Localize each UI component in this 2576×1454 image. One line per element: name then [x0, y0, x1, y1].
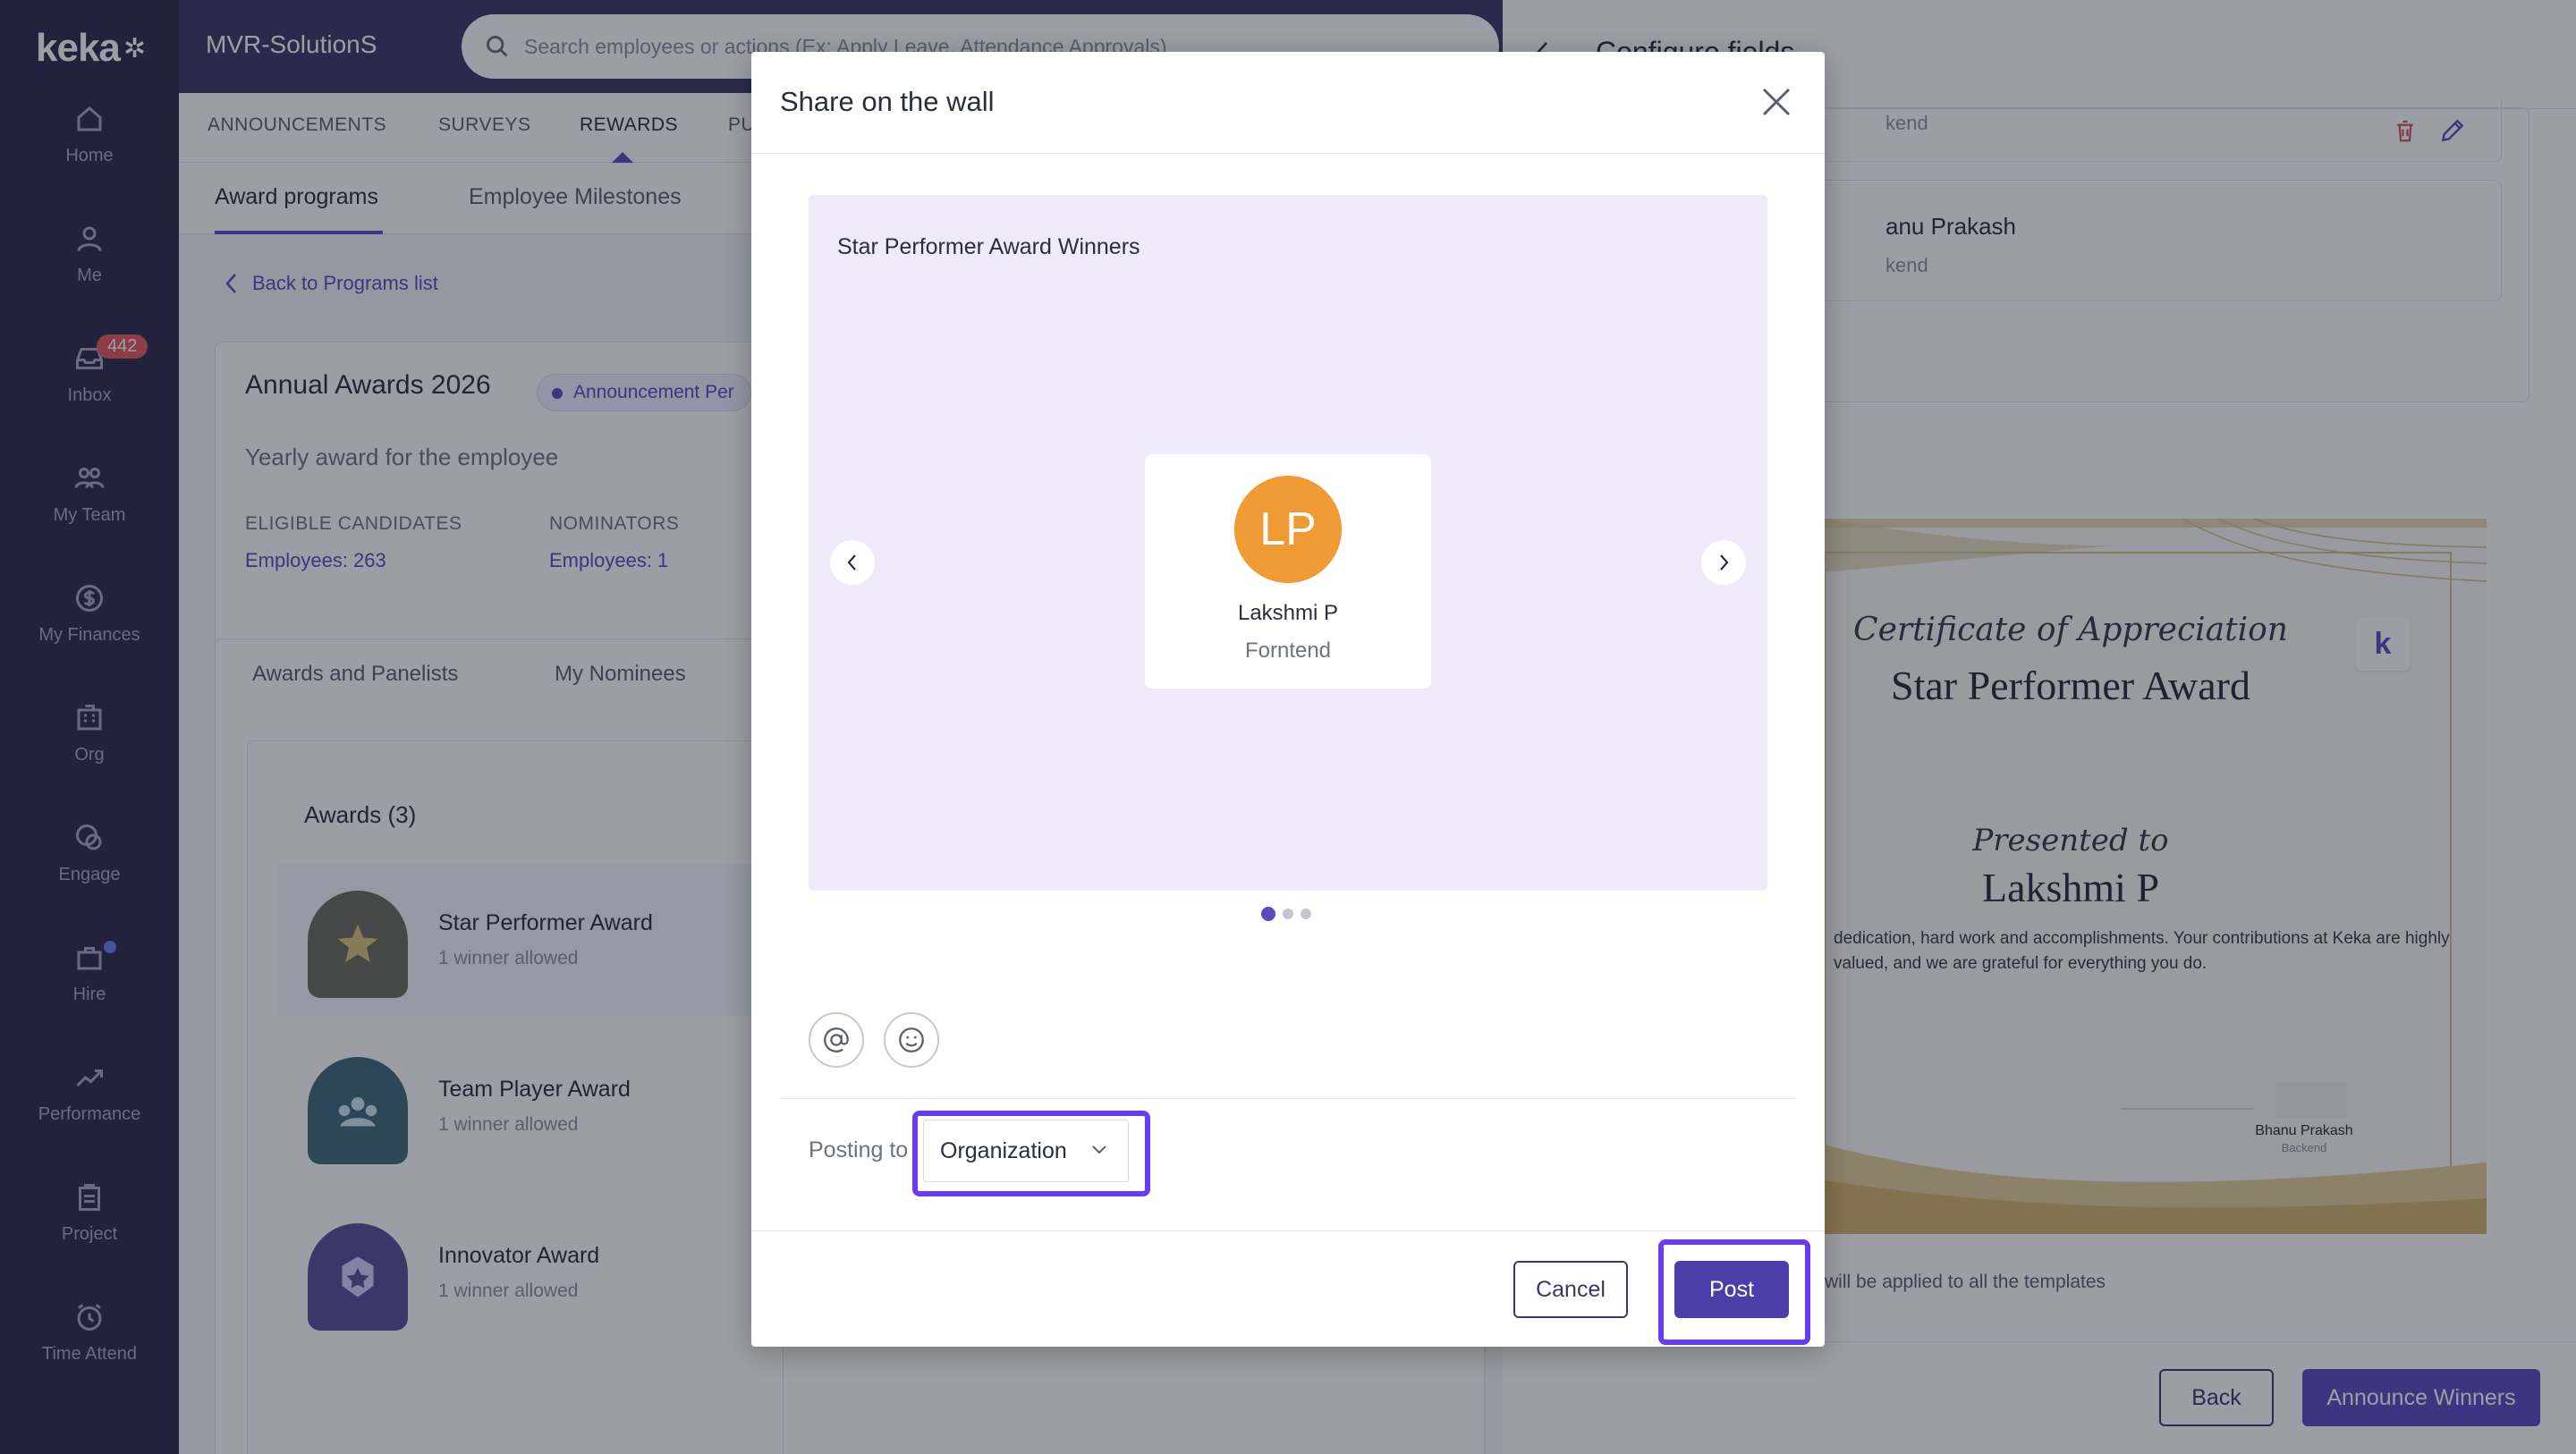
highlight-box-post-button — [1658, 1239, 1810, 1345]
at-sign-icon — [824, 1027, 849, 1052]
cancel-button[interactable]: Cancel — [1513, 1261, 1628, 1318]
share-on-wall-modal: Share on the wall Star Performer Award W… — [751, 52, 1825, 1347]
carousel-prev-button[interactable] — [830, 540, 875, 585]
modal-footer-divider — [751, 1230, 1825, 1231]
carousel-next-button[interactable] — [1701, 540, 1746, 585]
posting-to-label: Posting to — [809, 1137, 909, 1162]
smiley-icon — [899, 1027, 924, 1052]
winner-department: Forntend — [1244, 638, 1332, 663]
slide-title: Star Performer Award Winners — [837, 234, 1140, 259]
avatar: LP — [1234, 476, 1342, 583]
carousel-dot-active[interactable] — [1261, 907, 1275, 921]
highlight-box-posting-select — [912, 1111, 1150, 1196]
winner-name: Lakshmi P — [1237, 601, 1339, 625]
carousel-dot[interactable] — [1301, 909, 1311, 919]
modal-title: Share on the wall — [780, 86, 995, 117]
winner-slide: Star Performer Award Winners LP Lakshmi … — [809, 195, 1767, 891]
mention-button[interactable] — [809, 1012, 864, 1068]
emoji-button[interactable] — [884, 1012, 939, 1068]
chevron-left-icon — [847, 554, 856, 571]
chevron-right-icon — [1720, 554, 1729, 571]
composer-divider — [780, 1098, 1796, 1099]
modal-header: Share on the wall — [751, 52, 1825, 154]
carousel-dot[interactable] — [1283, 909, 1293, 919]
winner-card: LP Lakshmi P Forntend — [1145, 454, 1431, 689]
carousel-indicator — [1261, 905, 1315, 923]
close-icon[interactable] — [1758, 84, 1794, 120]
